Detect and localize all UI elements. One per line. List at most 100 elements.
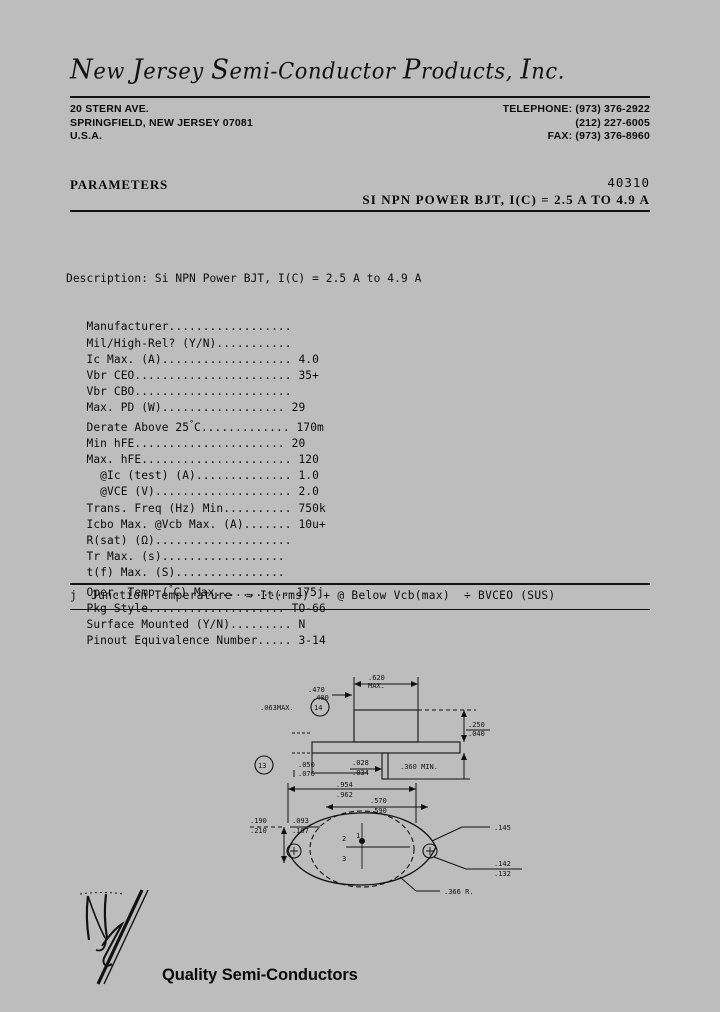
parameter-leader-dots: C............. xyxy=(193,421,290,435)
parameter-label: Manufacturer xyxy=(86,320,169,334)
parameter-row: R(sat) (Ω).................... xyxy=(66,533,421,549)
parameter-label: Surface Mounted (Y/N) xyxy=(86,618,231,632)
part-number: 40310 xyxy=(607,175,650,190)
parameter-value: 20 xyxy=(291,437,306,451)
dim-lead-length-min xyxy=(461,753,467,779)
footnote-rule-bottom xyxy=(70,609,650,610)
parameters-heading: PARAMETERS xyxy=(70,177,169,192)
parameter-leader-dots: ................... xyxy=(161,352,292,366)
parameter-label: Trans. Freq (Hz) Min xyxy=(86,501,224,515)
parameter-value: 1.0 xyxy=(298,469,319,483)
parameter-value: 170m xyxy=(296,421,324,435)
parameter-row: Vbr CBO....................... xyxy=(66,384,421,400)
parameter-label: Vbr CBO xyxy=(86,384,135,398)
dim-text-corner-radius: .366 R. xyxy=(444,888,474,895)
center-lead xyxy=(381,752,389,780)
part-subtitle: SI NPN POWER BJT, I(C) = 2.5 A TO 4.9 A xyxy=(362,192,650,207)
parameter-leader-dots: .................. xyxy=(168,320,292,334)
parameter-value: 35+ xyxy=(298,368,319,382)
parameter-value: 3-14 xyxy=(298,634,326,648)
dim-text-lead-dia-hi: .028 xyxy=(352,759,369,767)
parameter-label: @VCE (V) xyxy=(86,485,155,499)
dim-text-top-width-max: MAX. xyxy=(368,682,385,690)
parameter-leader-dots: .......... xyxy=(223,501,292,515)
parameter-row: Max. PD (W).................. 29 xyxy=(66,400,421,416)
parameter-row: Pinout Equivalence Number..... 3-14 xyxy=(66,633,421,649)
footnote-legend: j Junction Temperature ≈ It(rms) + @ Bel… xyxy=(70,589,556,602)
datasheet-page: New Jersey Semi-Conductor Products, Inc.… xyxy=(0,0,720,1012)
leader-corner-radius xyxy=(399,876,417,892)
parameter-row: @Ic (test) (A).............. 1.0 xyxy=(66,468,421,484)
telephone-line: TELEPHONE: (973) 376-2922 xyxy=(502,103,650,115)
description-value: Si NPN Power BJT, I(C) = 2.5 A to 4.9 A xyxy=(154,272,422,286)
pin-label-2: 2 xyxy=(342,835,346,843)
parameter-value: 29 xyxy=(291,400,306,414)
dim-text-tab-width-lo: .107 xyxy=(292,827,309,835)
parameter-label: t(f) Max. (S) xyxy=(86,565,176,579)
address-line-1: 20 STERN AVE. xyxy=(70,103,150,115)
parameter-label: @Ic (test) (A) xyxy=(86,469,196,483)
parameter-row: t(f) Max. (S)................ xyxy=(66,565,421,581)
parameter-row: Max. hFE...................... 120 xyxy=(66,452,421,468)
footnote-rule-top xyxy=(70,583,650,585)
parameter-label: R(sat) (Ω) xyxy=(86,533,155,547)
dim-text-tab-height-lo: .210 xyxy=(250,827,267,835)
mounting-flange xyxy=(311,741,461,754)
package-outline-drawing: .620 MAX. .470 .400 .063MAX. 14 13 .050 … xyxy=(250,655,540,895)
parameter-value: N xyxy=(298,618,306,632)
parameter-value: 750k xyxy=(298,501,326,515)
parameter-leader-dots: ...................... xyxy=(141,453,292,467)
header-rule xyxy=(70,96,650,98)
dim-text-tab-width-hi: .093 xyxy=(292,817,309,825)
parameter-label: Max. PD (W) xyxy=(86,400,162,414)
parameter-row: Derate Above 25°C............. 170m xyxy=(66,416,421,436)
dim-text-cap-height-hi: .470 xyxy=(308,686,325,694)
parameter-label: Mil/High-Rel? (Y/N) xyxy=(86,336,217,350)
company-address: 20 STERN AVE. SPRINGFIELD, NEW JERSEY 07… xyxy=(70,103,253,144)
parameter-row: Tr Max. (s).................. xyxy=(66,549,421,565)
parameter-value: 2.0 xyxy=(298,485,319,499)
parameter-leader-dots: ...................... xyxy=(134,437,285,451)
parameter-row: Min hFE...................... 20 xyxy=(66,436,421,452)
dim-text-seating-height-lo: .040 xyxy=(468,730,485,738)
parameter-leader-dots: .................. xyxy=(161,400,285,414)
dim-text-pin-dia-lo: .132 xyxy=(494,870,511,878)
dim-text-flange-edge-lo: .076 xyxy=(298,770,315,778)
parameter-leader-dots: ..... xyxy=(257,634,292,648)
dim-text-lead-dia-lo: .034 xyxy=(352,769,369,777)
parameter-label: Derate Above 25 xyxy=(86,421,190,435)
dim-text-mount-span-lo: .962 xyxy=(336,791,353,799)
parameter-leader-dots: ....................... xyxy=(134,368,292,382)
parameter-leader-dots: .................. xyxy=(161,549,285,563)
parameter-row: Surface Mounted (Y/N)......... N xyxy=(66,617,421,633)
can-body xyxy=(353,709,419,743)
letterhead: New Jersey Semi-Conductor Products, Inc. xyxy=(70,55,650,87)
dim-text-flange-edge-hi: .050 xyxy=(298,761,315,769)
parameter-label: Ic Max. (A) xyxy=(86,352,162,366)
leader-pin-dia xyxy=(433,856,467,870)
parameter-value: 120 xyxy=(298,453,319,467)
description-row: Description: Si NPN Power BJT, I(C) = 2.… xyxy=(66,271,421,287)
parameter-label: Min hFE xyxy=(86,437,135,451)
dim-text-seating-height-hi: .250 xyxy=(468,721,485,729)
parameter-row: Ic Max. (A)................... 4.0 xyxy=(66,352,421,368)
description-label: Description: xyxy=(66,272,149,286)
parameter-leader-dots: ......... xyxy=(230,618,292,632)
dim-text-hole-span-hi: .570 xyxy=(370,797,387,805)
parameter-row: @VCE (V).................... 2.0 xyxy=(66,484,421,500)
parameter-leader-dots: .................... xyxy=(154,485,292,499)
parameter-row: Manufacturer.................. xyxy=(66,319,421,335)
parameter-leader-dots: .............. xyxy=(195,469,292,483)
address-line-3: U.S.A. xyxy=(70,130,103,142)
parameter-row: Mil/High-Rel? (Y/N)........... xyxy=(66,336,421,352)
dim-text-flange-thickness: .063MAX. xyxy=(260,704,294,712)
parameter-row: Icbo Max. @Vcb Max. (A)....... 10u+ xyxy=(66,517,421,533)
dim-text-lead-length-min: .360 MIN. xyxy=(400,763,438,771)
parameter-leader-dots: ........... xyxy=(216,336,292,350)
parameter-leader-dots: ....... xyxy=(243,517,292,531)
dim-top-width-max xyxy=(353,677,419,717)
parameter-value: 10u+ xyxy=(298,517,326,531)
dim-text-pin-circle: .145 xyxy=(494,824,511,832)
parameter-label: Max. hFE xyxy=(86,453,142,467)
parameter-label: Pinout Equivalence Number xyxy=(86,634,258,648)
